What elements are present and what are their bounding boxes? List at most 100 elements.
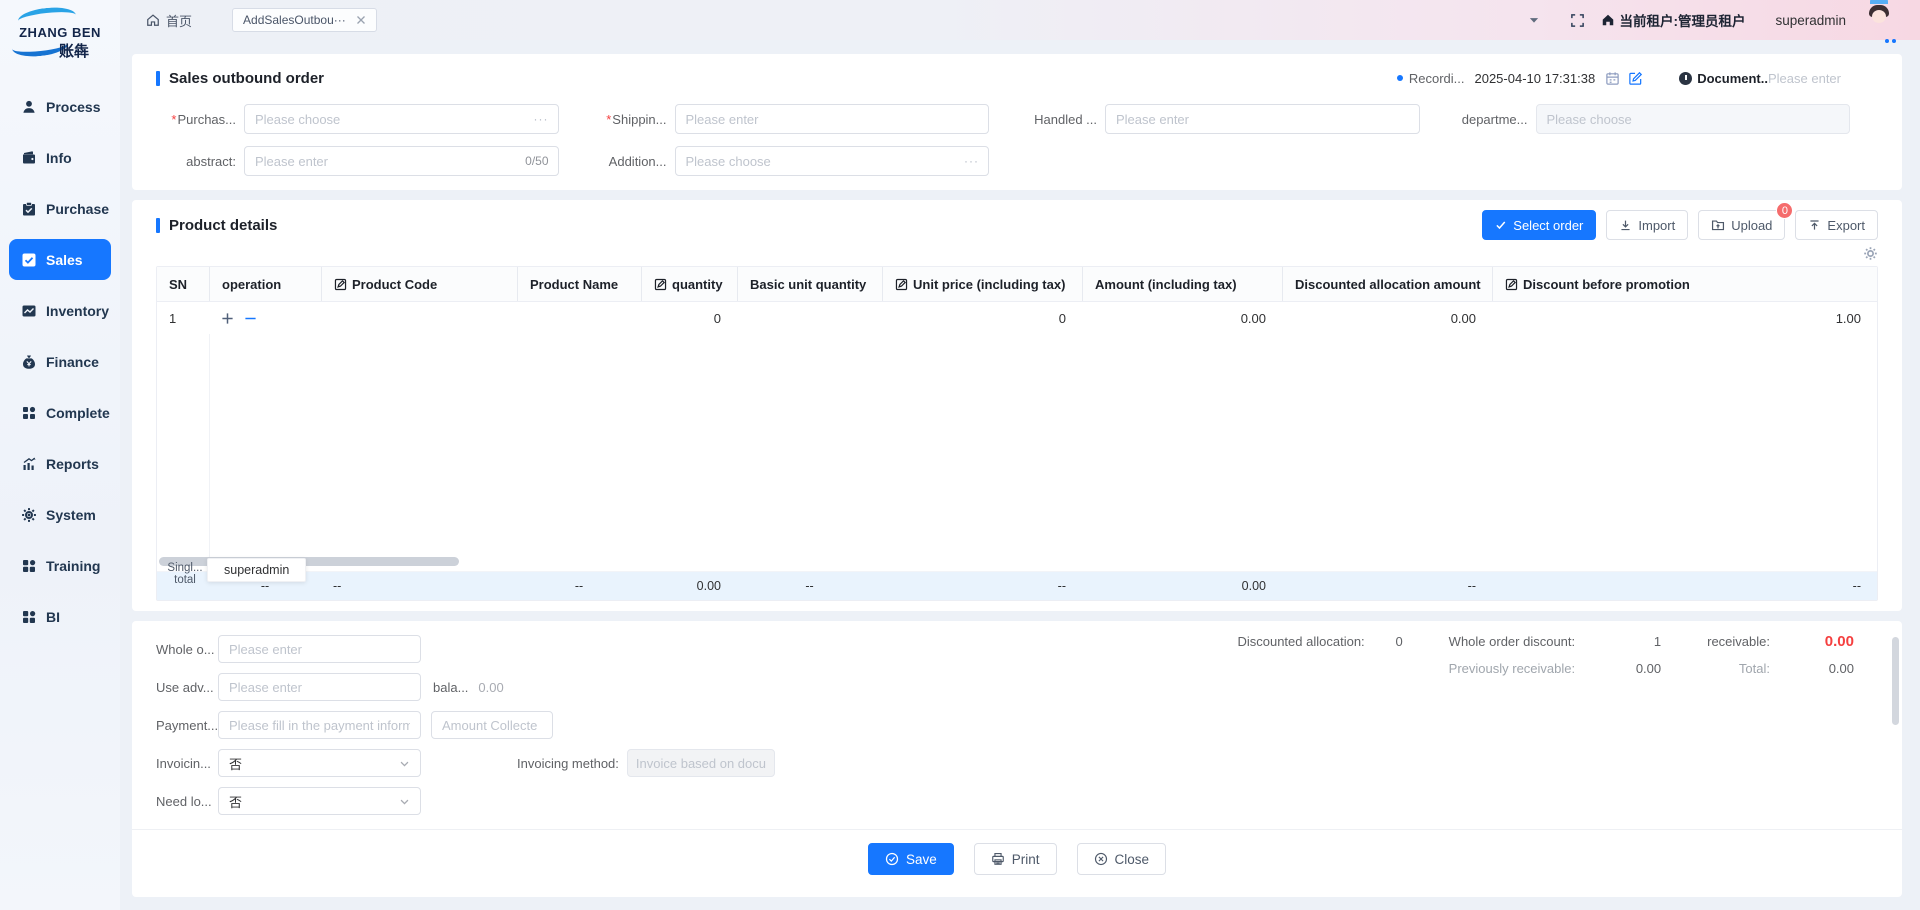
more-options-icon[interactable]: ··· — [534, 112, 549, 126]
discounted-allocation-label: Discounted allocation: — [1237, 634, 1364, 649]
abstract-label: abstract: — [156, 154, 244, 169]
table-row[interactable]: 1 0 0 0.00 0.00 — [157, 302, 1877, 334]
tenant-info[interactable]: 当前租户:管理员租户 — [1601, 10, 1745, 30]
shipping-input[interactable] — [675, 104, 990, 134]
username[interactable]: superadmin — [1775, 13, 1846, 28]
column-header-operation: operation — [209, 267, 321, 301]
tenant-label: 当前租户:管理员租户 — [1619, 10, 1745, 30]
cell-quantity[interactable]: 0 — [641, 302, 737, 334]
more-options-icon[interactable]: ··· — [964, 154, 979, 168]
column-header-quantity: quantity — [641, 267, 737, 301]
column-header-discounted-allocation: Discounted allocation amount — [1282, 267, 1492, 301]
cell-product-code[interactable] — [321, 302, 517, 334]
sidebar-item-label: Purchase — [46, 201, 109, 217]
calendar-icon[interactable] — [1605, 71, 1620, 86]
invoicing-select[interactable]: 否 — [218, 749, 421, 777]
chevron-down-icon[interactable] — [1528, 14, 1540, 26]
additional-label: Addition... — [587, 154, 675, 169]
order-header-card: Sales outbound order Recordi... 2025-04-… — [132, 54, 1902, 190]
tab-home[interactable]: 首页 — [146, 11, 192, 30]
close-icon[interactable] — [356, 15, 366, 25]
sidebar-item-system[interactable]: System — [9, 494, 111, 535]
need-logistics-select[interactable]: 否 — [218, 787, 421, 815]
sidebar-item-label: Inventory — [46, 303, 109, 319]
purchase-order-label: Purchas... — [177, 112, 236, 127]
sidebar-item-reports[interactable]: Reports — [9, 443, 111, 484]
whole-order-input[interactable] — [218, 635, 421, 663]
clipboard-icon — [21, 201, 37, 217]
cell-unit-price[interactable]: 0 — [882, 302, 1082, 334]
column-header-product-name: Product Name — [517, 267, 641, 301]
export-button[interactable]: Export — [1795, 210, 1878, 240]
grid-dot-icon — [21, 609, 37, 625]
total-cell-discount-before-promotion: -- — [1492, 572, 1877, 600]
total-cell-unit-price: -- — [882, 572, 1082, 600]
order-meta: Recordi... 2025-04-10 17:31:38 Document.… — [1397, 71, 1878, 86]
total-label: Total: — [1661, 661, 1770, 676]
sidebar-item-complete[interactable]: Complete — [9, 392, 111, 433]
sidebar-item-sales[interactable]: Sales — [9, 239, 111, 280]
purchase-order-input[interactable] — [244, 104, 559, 134]
home-icon — [146, 13, 160, 27]
print-button[interactable]: Print — [974, 843, 1057, 875]
cell-discount-before-promotion[interactable]: 1.00 — [1492, 302, 1877, 334]
additional-field: Addition... ··· — [587, 146, 1018, 176]
brand-logo: ZHANG BEN 账犇 — [0, 0, 120, 72]
chevron-down-icon — [399, 796, 410, 807]
import-button[interactable]: Import — [1606, 210, 1688, 240]
sidebar-item-purchase[interactable]: Purchase — [9, 188, 111, 229]
sidebar-item-process[interactable]: Process — [9, 86, 111, 127]
use-advance-field: Use adv... bala... 0.00 — [156, 673, 1878, 701]
product-table: SN operation Product Code Product Name q… — [156, 266, 1878, 601]
edit-column-icon — [654, 278, 667, 291]
fullscreen-icon[interactable] — [1570, 13, 1585, 28]
order-summary: Discounted allocation: 0 Whole order dis… — [1237, 633, 1854, 676]
gear-icon — [21, 507, 37, 523]
payment-field: Payment... — [156, 711, 1878, 739]
tab-label: AddSalesOutbou··· — [243, 13, 346, 27]
invoicing-method-input — [627, 749, 775, 777]
upload-button[interactable]: Upload 0 — [1698, 210, 1785, 240]
sidebar-nav: Process Info Purchase Sales Inventory Fi… — [0, 72, 120, 637]
sidebar-item-finance[interactable]: Finance — [9, 341, 111, 382]
sidebar-item-info[interactable]: Info — [9, 137, 111, 178]
check-square-icon — [21, 252, 37, 268]
select-order-button[interactable]: Select order — [1482, 210, 1596, 240]
discounted-allocation-value: 0 — [1365, 634, 1403, 649]
abstract-input[interactable] — [244, 146, 559, 176]
handled-by-input[interactable] — [1105, 104, 1420, 134]
document-field: Document.. — [1679, 71, 1878, 86]
add-row-icon[interactable] — [221, 312, 234, 325]
remove-row-icon[interactable] — [244, 312, 257, 325]
avatar[interactable] — [1862, 2, 1898, 38]
column-header-discount-before-promotion: Discount before promotion — [1492, 267, 1877, 301]
column-header-amount: Amount (including tax) — [1082, 267, 1282, 301]
column-header-product-code: Product Code — [321, 267, 517, 301]
document-input[interactable] — [1768, 71, 1878, 86]
sidebar-item-inventory[interactable]: Inventory — [9, 290, 111, 331]
tab-add-sales-outbound[interactable]: AddSalesOutbou··· — [232, 8, 377, 32]
payment-input[interactable] — [218, 711, 421, 739]
upload-count-badge: 0 — [1776, 202, 1793, 219]
use-advance-input[interactable] — [218, 673, 421, 701]
main-area: 首页 AddSalesOutbou··· 当前租户:管理员租户 superadm… — [120, 0, 1920, 910]
column-header-basic-unit-quantity: Basic unit quantity — [737, 267, 882, 301]
edit-column-icon — [1505, 278, 1518, 291]
page-title: Sales outbound order — [156, 70, 324, 87]
close-button[interactable]: Close — [1077, 843, 1167, 875]
save-button[interactable]: Save — [868, 843, 954, 875]
table-settings-gear-icon[interactable] — [1863, 246, 1878, 261]
grid-dot-icon — [21, 558, 37, 574]
sidebar-item-label: System — [46, 507, 96, 523]
balance-value: 0.00 — [478, 680, 503, 695]
edit-icon[interactable] — [1628, 71, 1643, 86]
sidebar-item-bi[interactable]: BI — [9, 596, 111, 637]
additional-input[interactable] — [675, 146, 990, 176]
column-header-unit-price: Unit price (including tax) — [882, 267, 1082, 301]
tab-home-label: 首页 — [166, 11, 192, 30]
download-icon — [1619, 219, 1632, 232]
amount-collected-input[interactable] — [431, 711, 553, 739]
invoicing-field: Invoicin... 否 Invoicing method: — [156, 749, 1878, 777]
sidebar-item-training[interactable]: Training — [9, 545, 111, 586]
vertical-scrollbar[interactable] — [1892, 637, 1899, 725]
